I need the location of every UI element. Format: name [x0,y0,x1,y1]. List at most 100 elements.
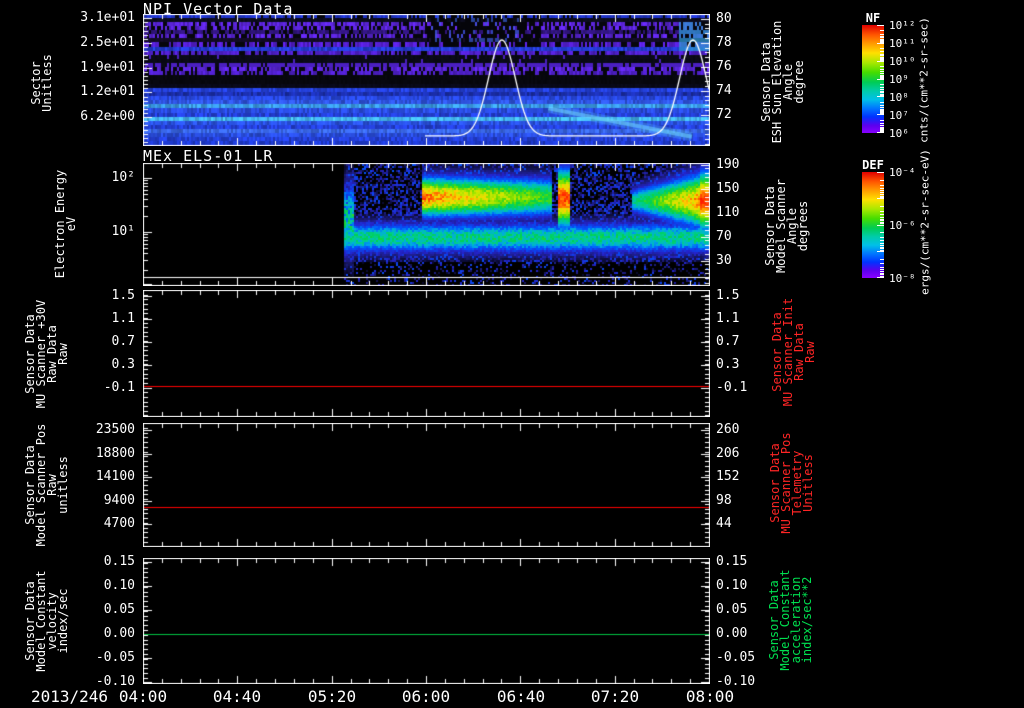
y-tick-label: 0.05 [716,602,748,617]
colorbar-tick [877,114,884,115]
colorbar-tick [880,217,884,218]
model-scanner-pos-plot [143,423,710,547]
colorbar-tick [880,194,884,195]
colorbar-tick [880,206,884,207]
y-tick-label: 6.2e+00 [80,109,135,124]
x-tick-label: 06:00 [401,687,451,706]
colorbar-tick [880,66,884,67]
colorbar-tick-label: 10⁸ [889,91,909,104]
colorbar-tick-label: 10⁻⁶ [889,219,916,232]
colorbar-tick [877,225,884,226]
def-colorbar-units: ergs/(cm**2-sr-sec-eV) [918,149,932,295]
colorbar-tick [880,42,884,43]
colorbar-tick [880,240,884,241]
colorbar-tick [880,125,884,126]
colorbar-tick [880,276,884,277]
colorbar-tick [880,113,884,114]
colorbar-tick-label: 10⁷ [889,109,909,122]
y-tick-label: 18800 [95,445,135,461]
colorbar-tick [880,250,884,251]
colorbar-tick [880,197,884,198]
y-tick-label: 0.00 [103,626,135,641]
colorbar-tick-label: 10¹⁰ [889,55,916,68]
nf-colorbar-units: cnts/(cm**2-sr-sec) [917,17,931,143]
colorbar-tick [880,223,884,224]
colorbar-tick [880,78,884,79]
colorbar-tick-label: 10⁻⁸ [889,272,916,285]
y-tick-label: 72 [716,107,732,122]
panel2-title: MEx ELS-01 LR [143,147,274,165]
colorbar-tick [880,34,884,35]
x-tick-label: 07:20 [590,687,640,706]
colorbar-tick [880,245,884,246]
y-tick-label: 190 [716,157,740,172]
colorbar-tick [880,271,884,272]
colorbar-tick [880,274,884,275]
colorbar-tick [880,188,884,189]
colorbar-tick [880,120,884,121]
y-tick-label: 206 [716,445,740,461]
model-constant-velocity-plot [143,558,710,684]
colorbar-tick [880,102,884,103]
colorbar-tick [880,267,884,268]
y-tick-label: 1.9e+01 [80,59,135,75]
y-tick-label: 0.10 [716,578,748,593]
y-tick-label: 10¹ [111,224,135,239]
y-tick-label: 0.10 [103,578,135,593]
colorbar-tick [880,69,884,70]
y-tick-label: 76 [716,59,732,74]
y-tick-label: 0.7 [716,334,740,349]
y-tick-label: 0.00 [716,626,748,641]
y-tick-label: 1.5 [111,288,135,303]
colorbar-tick [880,37,884,38]
colorbar-tick [880,71,884,72]
colorbar-tick [880,237,884,238]
x-tick-label: 05:20 [307,687,357,706]
colorbar-tick-label: 10⁶ [889,127,909,140]
colorbar-tick [880,105,884,106]
def-colorbar-title: DEF [862,158,884,172]
y-tick-label: -0.05 [95,650,135,665]
y-tick-label: 0.3 [111,357,135,372]
y-tick-label: 98 [716,492,732,508]
colorbar-tick [880,232,884,233]
colorbar-tick [880,48,884,49]
colorbar-tick [877,79,884,80]
nf-colorbar [862,25,884,133]
y-tick-label: 260 [716,422,740,437]
colorbar-tick-label: 10¹¹ [889,37,916,50]
colorbar-tick [880,259,884,260]
x-tick-label: 06:40 [496,687,546,706]
y-tick-label: 0.05 [103,602,135,617]
y-tick-label: 110 [716,205,740,220]
colorbar-tick [880,84,884,85]
y-tick-label: 10² [111,170,135,185]
colorbar-tick [880,269,884,270]
def-colorbar [862,172,884,278]
colorbar-tick [880,190,884,191]
y-tick-label: 14100 [95,469,135,484]
y-tick-label: 152 [716,469,740,484]
colorbar-tick [877,172,884,173]
colorbar-tick-label: 10¹² [889,19,916,32]
mex-els-spectrogram [143,163,710,286]
y-tick-label: 4700 [103,516,135,531]
y-tick-label: 3.1e+01 [80,10,135,25]
y-tick-label: -0.1 [103,380,135,395]
nf-colorbar-title: NF [865,11,881,25]
colorbar-tick-label: 10⁻⁴ [889,166,916,179]
colorbar-tick [880,131,884,132]
colorbar-tick [877,277,884,278]
colorbar-tick [880,55,884,56]
colorbar-tick [880,87,884,88]
colorbar-tick [880,73,884,74]
colorbar-tick [880,123,884,124]
x-tick-label: 04:40 [212,687,262,706]
colorbar-tick-label: 10⁹ [889,73,909,86]
mu-scanner-30v-plot [143,290,710,417]
colorbar-tick [880,96,884,97]
colorbar-tick [880,214,884,215]
colorbar-tick [880,180,884,181]
colorbar-tick [877,25,884,26]
y-tick-label: 44 [716,516,732,531]
